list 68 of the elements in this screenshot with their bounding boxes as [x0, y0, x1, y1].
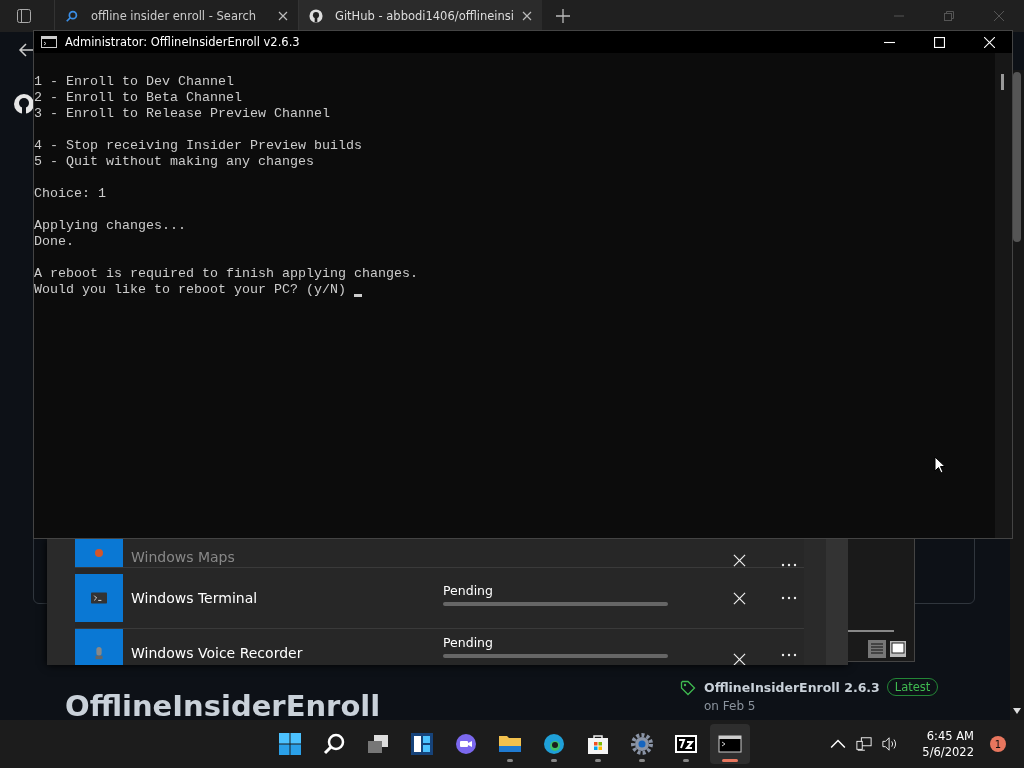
scroll-thumb[interactable]	[1013, 72, 1021, 242]
console-line: Applying changes...	[34, 218, 186, 234]
more-icon[interactable]	[781, 563, 797, 567]
close-icon[interactable]	[522, 11, 532, 21]
speaker-icon[interactable]	[882, 736, 899, 752]
windows-logo-icon	[278, 732, 302, 756]
download-status: Pending	[443, 582, 494, 598]
browser-tab[interactable]: GitHub - abbodi1406/offlineinsi	[298, 0, 542, 32]
new-tab-icon[interactable]	[556, 9, 570, 23]
running-indicator	[683, 759, 689, 762]
notification-badge[interactable]: 1	[990, 736, 1006, 752]
more-icon[interactable]	[781, 596, 797, 600]
running-indicator	[595, 759, 601, 762]
console-line: 1 - Enroll to Dev Channel	[34, 74, 234, 90]
mouse-pointer-icon	[934, 456, 946, 474]
console-line: 2 - Enroll to Beta Channel	[34, 90, 242, 106]
console-icon	[41, 36, 57, 48]
task-view-icon	[366, 732, 390, 756]
scroll-thumb[interactable]	[1001, 74, 1004, 90]
console-line: Done.	[34, 234, 74, 250]
console-line: Choice: 1	[34, 186, 106, 202]
repo-heading: OfflineInsiderEnroll	[65, 688, 381, 724]
download-status: Pending	[443, 635, 494, 650]
app-name: Windows Voice Recorder	[131, 645, 304, 661]
more-icon[interactable]	[781, 653, 797, 657]
window-title: Administrator: OfflineInsiderEnroll v2.6.3	[65, 35, 300, 49]
app-name: Windows Terminal	[131, 590, 259, 606]
taskbar-app[interactable]	[710, 724, 750, 764]
shopping-bag-icon	[586, 732, 610, 756]
browser-icon	[542, 732, 566, 756]
console-line: 3 - Enroll to Release Preview Channel	[34, 106, 330, 122]
gear-icon	[630, 732, 654, 756]
app-name: Windows Maps	[131, 549, 236, 567]
archive-app-icon	[674, 732, 698, 756]
console-line: Would you like to reboot your PC? (y/N)	[34, 282, 346, 298]
console-line: A reboot is required to finish applying changes.	[34, 266, 418, 282]
text-cursor	[353, 294, 362, 297]
running-indicator	[639, 759, 645, 762]
network-icon[interactable]	[856, 736, 873, 752]
running-indicator	[507, 759, 513, 762]
scrollbar[interactable]	[995, 53, 1012, 538]
search-icon	[65, 9, 79, 23]
app-tile-icon	[75, 539, 123, 567]
tile-view-icon[interactable]	[889, 640, 907, 658]
running-indicator	[722, 759, 738, 762]
scroll-down-icon[interactable]	[1013, 708, 1021, 714]
release-link[interactable]: OfflineInsiderEnroll 2.6.3	[704, 679, 880, 695]
app-tile-icon	[75, 629, 123, 665]
console-icon	[718, 732, 742, 756]
release-date: on Feb 5	[704, 699, 757, 713]
running-indicator	[551, 759, 557, 762]
close-icon[interactable]	[278, 11, 288, 21]
console-line: 4 - Stop receiving Insider Preview builds	[34, 138, 362, 154]
maximize-icon[interactable]	[934, 36, 945, 48]
widgets-icon	[410, 732, 434, 756]
video-chat-icon	[454, 732, 478, 756]
clock[interactable]: 6:45 AM 5/6/2022	[922, 728, 974, 760]
tab-actions-icon[interactable]	[16, 8, 32, 24]
console-line: 5 - Quit without making any changes	[34, 154, 314, 170]
clock-time: 6:45 AM	[926, 728, 974, 744]
search-icon	[322, 732, 346, 756]
cancel-icon[interactable]	[733, 591, 746, 605]
back-arrow-icon[interactable]	[18, 42, 34, 58]
cancel-icon[interactable]	[733, 653, 746, 665]
cancel-icon[interactable]	[733, 554, 746, 567]
tag-icon	[680, 680, 696, 696]
scrollbar[interactable]	[826, 539, 848, 665]
clock-date: 5/6/2022	[922, 744, 974, 760]
